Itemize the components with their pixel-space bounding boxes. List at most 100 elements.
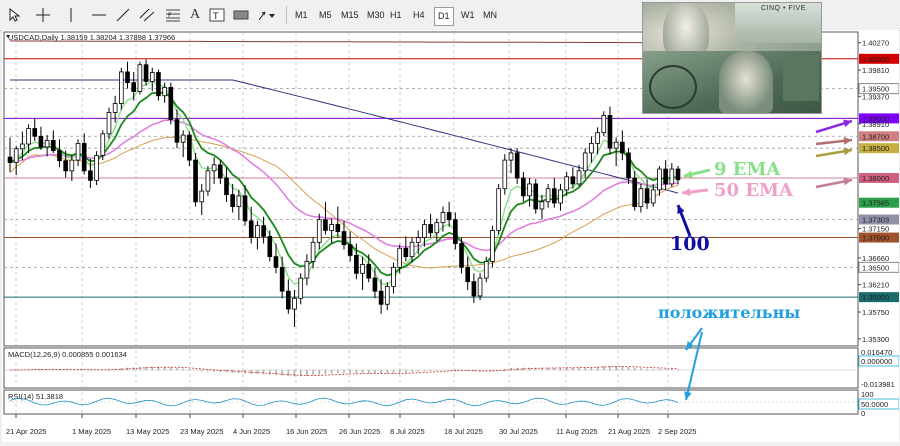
fibonacci-icon[interactable]: F: [162, 5, 184, 25]
macd-bar: [411, 370, 413, 372]
timeframe-m1[interactable]: M1: [292, 7, 311, 24]
candle-body: [565, 177, 569, 190]
text-tool-icon[interactable]: A: [184, 5, 206, 25]
macd-header: MACD(12,26,9) 0.000855 0.001634: [8, 350, 127, 359]
candle-body: [58, 151, 62, 161]
macd-bar: [275, 370, 277, 375]
macd-bar: [170, 367, 172, 370]
macd-bar: [671, 369, 673, 370]
price-label: 1.40000: [862, 55, 889, 64]
horizontal-line-icon[interactable]: [88, 5, 110, 25]
vertical-line-icon[interactable]: [60, 5, 82, 25]
price-label: 1.36660: [862, 254, 889, 263]
candle-body: [571, 177, 575, 184]
macd-bar: [312, 370, 314, 375]
candle-body: [472, 282, 476, 296]
candle-body: [20, 144, 24, 149]
macd-bar: [318, 370, 320, 375]
chart-window[interactable]: USDCAD,Daily 1.38159 1.38204 1.37898 1.3…: [2, 30, 899, 442]
candle-body: [27, 129, 31, 144]
candle-body: [157, 73, 161, 96]
candle-body: [651, 190, 655, 203]
price-label: 1.38000: [862, 174, 889, 183]
candle-body: [249, 221, 253, 238]
date-label: 21 Apr 2025: [6, 427, 46, 436]
macd-bar: [356, 370, 358, 373]
candle-body: [645, 189, 649, 203]
macd-bar: [424, 370, 426, 371]
macd-bar: [331, 370, 333, 373]
candle-body: [175, 120, 179, 143]
candle-body: [521, 178, 525, 196]
candle-body: [95, 155, 99, 180]
macd-bar: [257, 370, 259, 374]
dollar-image: CINQ • FIVE: [642, 2, 822, 114]
candle-body: [497, 189, 501, 231]
candle-body: [76, 143, 80, 160]
timeframe-mn[interactable]: MN: [480, 7, 500, 24]
candle-body: [200, 191, 204, 202]
price-label: 1.38910: [862, 120, 889, 129]
macd-bar: [628, 367, 630, 370]
crosshair-icon[interactable]: [32, 5, 54, 25]
date-label: 23 May 2025: [180, 427, 223, 436]
timeframe-m15[interactable]: M15: [338, 7, 362, 24]
candle-body: [546, 189, 550, 202]
candle-body: [317, 220, 321, 243]
candle-body: [608, 115, 612, 148]
candle-body: [491, 230, 495, 261]
timeframe-w1[interactable]: W1: [458, 7, 478, 24]
candle-body: [416, 238, 420, 243]
macd-bar: [448, 370, 450, 371]
candle-body: [633, 178, 637, 207]
candle-body: [243, 196, 247, 221]
trendline-icon[interactable]: [112, 5, 134, 25]
timeframe-m5[interactable]: M5: [316, 7, 335, 24]
date-label: 1 May 2025: [72, 427, 111, 436]
timeframe-h1[interactable]: H1: [387, 7, 405, 24]
cursor-icon[interactable]: [4, 5, 26, 25]
date-label: 16 Jun 2025: [286, 427, 327, 436]
macd-bar: [603, 366, 605, 370]
candle-body: [361, 264, 365, 273]
macd-bar: [640, 368, 642, 370]
symbol-header: USDCAD,Daily 1.38159 1.38204 1.37898 1.3…: [8, 33, 175, 42]
candle-body: [410, 242, 414, 256]
candle-body: [528, 184, 532, 196]
candle-body: [324, 220, 328, 231]
timeframe-m30[interactable]: M30: [364, 7, 388, 24]
macd-bar: [176, 368, 178, 370]
text-label-icon[interactable]: T: [206, 5, 228, 25]
candle-body: [676, 169, 680, 180]
candle-body: [398, 248, 402, 267]
candle-body: [51, 140, 55, 150]
rectangle-icon[interactable]: [230, 5, 252, 25]
candle-body: [503, 160, 507, 189]
candle-body: [163, 87, 167, 95]
candle-body: [274, 257, 278, 268]
macd-bar: [430, 370, 432, 371]
arrows-dropdown-icon[interactable]: [256, 5, 278, 25]
price-label: 1.37150: [862, 225, 889, 234]
macd-bar: [455, 370, 457, 371]
candle-body: [627, 153, 631, 178]
candle-body: [206, 171, 210, 191]
candle-body: [231, 195, 235, 207]
timeframe-h4[interactable]: H4: [410, 7, 428, 24]
timeframe-d1[interactable]: D1: [434, 7, 454, 26]
candle-body: [150, 73, 154, 82]
macd-bar: [281, 370, 283, 376]
date-label: 4 Jun 2025: [233, 427, 270, 436]
macd-bar: [288, 370, 290, 376]
date-label: 8 Jul 2025: [390, 427, 425, 436]
candle-body: [540, 202, 544, 209]
candle-body: [237, 196, 241, 207]
candle-body: [429, 224, 433, 232]
candle-body: [670, 169, 674, 184]
candle-body: [342, 232, 346, 245]
price-label: 1.39370: [862, 92, 889, 101]
price-label: 1.36500: [862, 263, 889, 272]
candle-body: [262, 226, 266, 237]
candle-body: [336, 224, 340, 231]
channel-icon[interactable]: [136, 5, 158, 25]
